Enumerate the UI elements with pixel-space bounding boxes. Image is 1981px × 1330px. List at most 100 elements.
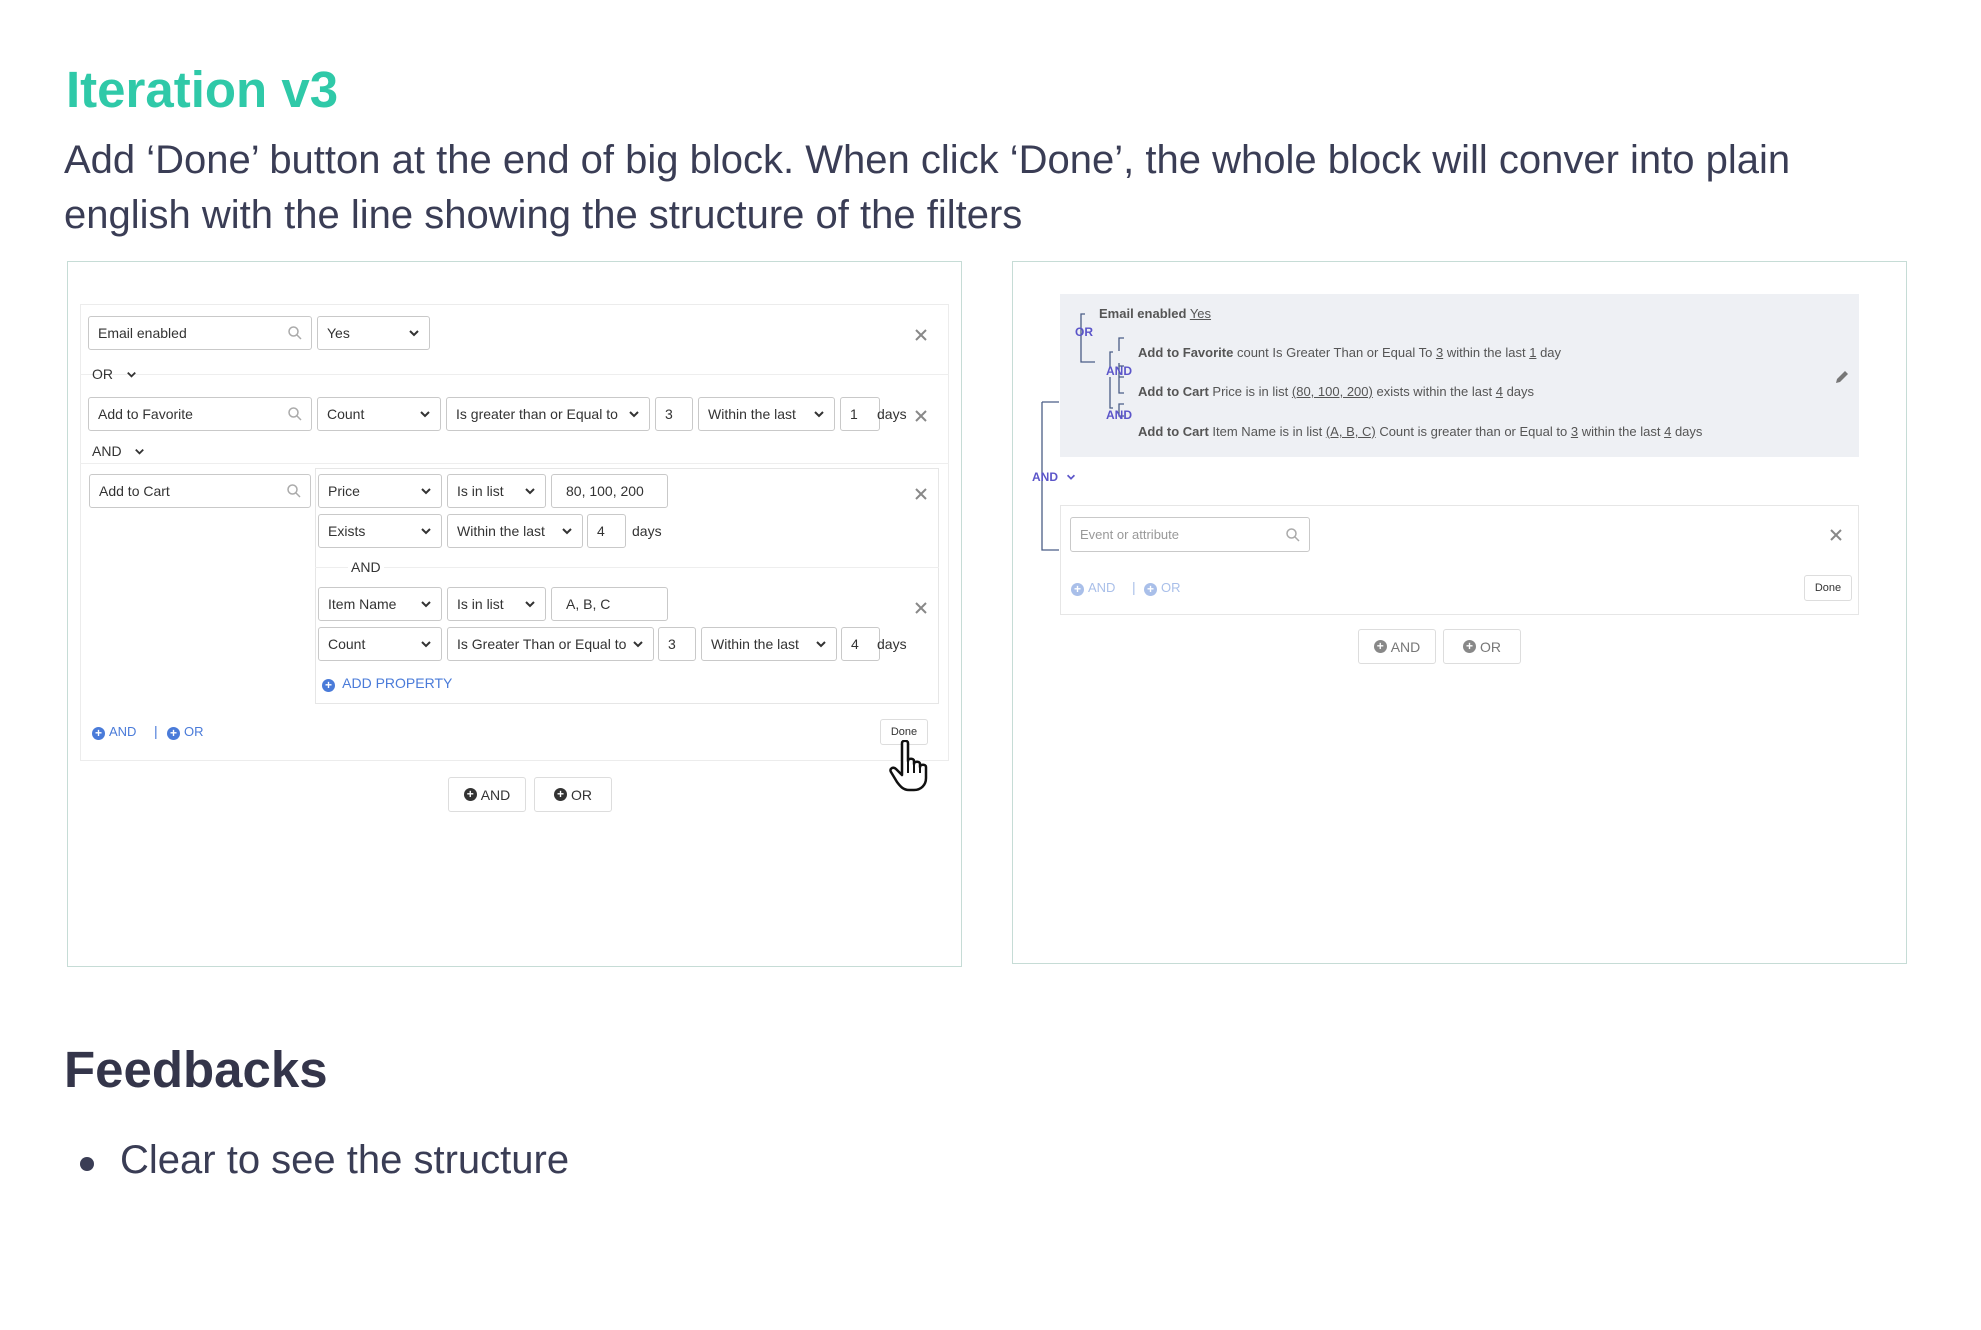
chevron-down-icon <box>523 484 537 498</box>
plus-icon: + <box>1463 640 1476 653</box>
time-dropdown[interactable]: Within the last <box>698 397 835 431</box>
search-icon <box>1285 527 1301 543</box>
add-and-button[interactable]: + AND <box>448 777 526 812</box>
and-link-label: AND <box>1088 580 1116 595</box>
close-icon[interactable] <box>914 601 928 615</box>
close-icon[interactable] <box>914 409 928 423</box>
add-or-button[interactable]: + OR <box>1443 629 1521 664</box>
metric-dropdown[interactable]: Count <box>317 397 441 431</box>
dropdown-value: Exists <box>328 523 366 539</box>
amount-input[interactable]: 3 <box>658 627 696 661</box>
chevron-down-icon <box>419 637 433 651</box>
period-input[interactable]: 4 <box>841 627 880 661</box>
input-value: 3 <box>665 406 673 422</box>
property-dropdown[interactable]: Price <box>318 474 442 508</box>
chevron-down-icon <box>560 524 574 538</box>
add-or-button[interactable]: + OR <box>534 777 612 812</box>
add-property-button[interactable]: + ADD PROPERTY <box>322 675 452 692</box>
summary-line-2: Add to Favorite count Is Greater Than or… <box>1138 345 1562 360</box>
event-select-cart[interactable]: Add to Cart <box>89 474 311 508</box>
or-button-label: OR <box>1480 638 1501 655</box>
or-toggle[interactable]: OR <box>92 366 138 382</box>
event-select-favorite[interactable]: Add to Favorite <box>88 397 312 431</box>
period-input[interactable]: 1 <box>840 397 880 431</box>
pencil-icon[interactable] <box>1834 369 1850 385</box>
or-label: OR <box>92 366 113 382</box>
chevron-down-icon <box>812 407 826 421</box>
input-value: 80, 100, 200 <box>566 483 644 499</box>
event-search-input[interactable]: Event or attribute <box>1070 517 1310 552</box>
or-label: OR <box>1075 325 1093 339</box>
dropdown-value: Item Name <box>328 596 397 612</box>
summary-panel: Email enabled Yes OR Add to Favorite cou… <box>1012 261 1907 964</box>
operator-dropdown[interactable]: Is in list <box>447 587 546 621</box>
plus-icon: + <box>92 727 105 740</box>
add-and-link[interactable]: + AND <box>1071 580 1115 596</box>
value-dropdown[interactable]: Yes <box>317 316 430 350</box>
unit-label: days <box>632 523 662 539</box>
hand-cursor-icon <box>889 740 928 792</box>
add-and-link[interactable]: + AND <box>92 724 136 740</box>
list-input[interactable]: A, B, C <box>551 587 668 621</box>
close-icon[interactable] <box>914 487 928 501</box>
operator-dropdown[interactable]: Is greater than or Equal to <box>446 397 650 431</box>
input-value: A, B, C <box>566 596 611 612</box>
period-input[interactable]: 4 <box>587 514 626 548</box>
comparison-dropdown[interactable]: Is Greater Than or Equal to <box>447 627 654 661</box>
and-label: AND <box>1106 408 1132 422</box>
unit-label: days <box>877 406 907 422</box>
add-or-link[interactable]: + OR <box>1144 580 1181 596</box>
event-select-email[interactable]: Email enabled <box>88 316 312 350</box>
unit-label: days <box>877 636 907 652</box>
operator-dropdown[interactable]: Is in list <box>447 474 546 508</box>
time-dropdown[interactable]: Within the last <box>447 514 583 548</box>
chevron-down-icon <box>523 597 537 611</box>
summary-line-3: Add to Cart Price is in list (80, 100, 2… <box>1138 384 1535 399</box>
dropdown-value: Is in list <box>457 483 504 499</box>
plus-icon: + <box>463 788 477 801</box>
dropdown-value: Count <box>327 406 365 422</box>
metric-dropdown[interactable]: Exists <box>318 514 442 548</box>
metric-dropdown[interactable]: Count <box>318 627 442 661</box>
summary-line-1: Email enabled Yes <box>1099 306 1212 321</box>
dropdown-value: Within the last <box>457 523 545 539</box>
done-button[interactable]: Done <box>1804 575 1852 601</box>
and-label: AND <box>348 559 384 575</box>
or-link-label: OR <box>184 724 204 739</box>
chevron-down-icon <box>419 524 433 538</box>
dropdown-value: Within the last <box>711 636 799 652</box>
chevron-down-icon <box>1067 474 1076 480</box>
close-icon[interactable] <box>1829 528 1843 542</box>
add-and-button[interactable]: + AND <box>1358 629 1436 664</box>
and-button-label: AND <box>1390 638 1421 655</box>
time-dropdown[interactable]: Within the last <box>701 627 837 661</box>
chevron-down-icon <box>814 637 828 651</box>
search-icon <box>286 483 302 499</box>
and-toggle[interactable]: AND <box>1032 470 1077 484</box>
amount-input[interactable]: 3 <box>655 397 693 431</box>
input-value: 4 <box>851 636 859 652</box>
feedbacks-title: Feedbacks <box>64 1041 328 1098</box>
plus-icon: + <box>322 679 335 692</box>
feedback-item: Clear to see the structure <box>120 1138 570 1182</box>
chevron-down-icon <box>125 368 138 381</box>
dropdown-value: Within the last <box>708 406 796 422</box>
input-value: 3 <box>668 636 676 652</box>
separator: | <box>1132 579 1136 595</box>
list-input[interactable]: 80, 100, 200 <box>551 474 668 508</box>
and-link-label: AND <box>109 724 137 739</box>
property-dropdown[interactable]: Item Name <box>318 587 442 621</box>
and-button-label: AND <box>480 786 511 803</box>
plus-icon: + <box>1373 640 1387 653</box>
add-property-label: ADD PROPERTY <box>342 675 453 691</box>
event-value: Add to Cart <box>99 483 170 499</box>
plus-icon: + <box>1071 583 1084 596</box>
bullet <box>80 1157 94 1171</box>
and-toggle[interactable]: AND <box>92 443 146 459</box>
page-title: Iteration v3 <box>66 61 339 118</box>
add-or-link[interactable]: + OR <box>167 724 204 740</box>
input-value: 1 <box>850 406 858 422</box>
plus-icon: + <box>167 727 180 740</box>
close-icon[interactable] <box>914 328 928 342</box>
dropdown-value: Is in list <box>457 596 504 612</box>
